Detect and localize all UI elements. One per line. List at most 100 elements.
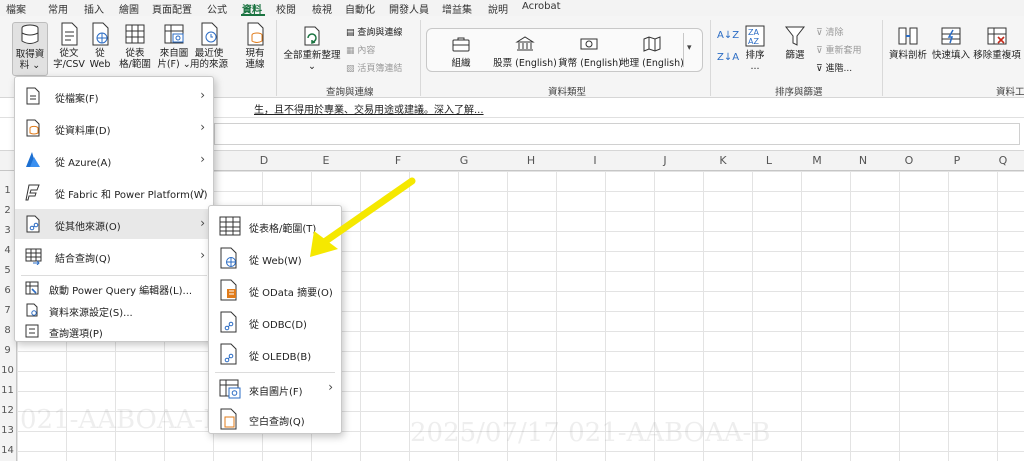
menu-item-launch-power-query[interactable]: 啟動 Power Query 編輯器(L)...: [15, 278, 213, 298]
reapply-button[interactable]: ⊽ 重新套用: [816, 43, 861, 56]
row-header[interactable]: 14: [0, 445, 15, 456]
tab-file[interactable]: 檔案: [6, 1, 26, 16]
row-header[interactable]: 8: [0, 325, 15, 336]
row-header[interactable]: 5: [0, 265, 15, 276]
filter-button[interactable]: 篩選: [780, 24, 810, 61]
chevron-right-icon: ›: [200, 88, 205, 102]
column-header[interactable]: D: [254, 154, 274, 167]
get-data-button[interactable]: 取得資 料 ⌄: [12, 22, 48, 76]
data-type-geography[interactable]: 地理 (English): [620, 36, 684, 69]
menu-separator: [21, 275, 207, 276]
tab-addins[interactable]: 增益集: [442, 1, 472, 16]
tab-view[interactable]: 檢視: [312, 1, 332, 16]
submenu-item-from-oledb[interactable]: 從 OLEDB(B): [209, 338, 341, 370]
column-header[interactable]: G: [454, 154, 474, 167]
column-header[interactable]: P: [947, 154, 967, 167]
row-header[interactable]: 3: [0, 225, 15, 236]
tab-automate[interactable]: 自動化: [345, 1, 375, 16]
tab-review[interactable]: 校閱: [276, 1, 296, 16]
from-table-range-button[interactable]: 從表 格/範圍: [116, 22, 154, 70]
menu-item-from-other-sources[interactable]: 從其他來源(O) ›: [15, 209, 213, 239]
row-header[interactable]: 10: [0, 365, 15, 376]
submenu-item-from-odata[interactable]: 從 OData 摘要(O): [209, 274, 341, 306]
tab-help[interactable]: 說明: [488, 1, 508, 16]
properties-button[interactable]: ▦ 內容: [346, 43, 375, 56]
menu-item-from-database[interactable]: 從資料庫(D) ›: [15, 113, 213, 143]
column-header[interactable]: J: [655, 154, 675, 167]
tab-formulas[interactable]: 公式: [207, 1, 227, 16]
row-header[interactable]: 13: [0, 425, 15, 436]
sort-button[interactable]: ZA AZ 排序 ...: [740, 24, 770, 72]
column-header[interactable]: O: [899, 154, 919, 167]
column-header[interactable]: M: [807, 154, 827, 167]
column-header[interactable]: K: [713, 154, 733, 167]
from-web-button[interactable]: 從 Web: [86, 22, 114, 70]
row-header[interactable]: 6: [0, 285, 15, 296]
column-header[interactable]: H: [521, 154, 541, 167]
data-type-geo-label: 地理 (English): [620, 58, 684, 69]
submenu-item-blank-query[interactable]: 空白查詢(Q): [209, 404, 341, 434]
formula-input[interactable]: [214, 123, 1020, 145]
menu-item-combine-queries[interactable]: 結合查詢(Q) ›: [15, 241, 213, 271]
row-header[interactable]: 4: [0, 245, 15, 256]
flash-fill-button[interactable]: 快速填入: [930, 24, 972, 61]
row-header[interactable]: 2: [0, 205, 15, 216]
existing-connections-button[interactable]: 現有 連線: [240, 22, 270, 70]
row-header[interactable]: 9: [0, 345, 15, 356]
tab-draw[interactable]: 繪圖: [119, 1, 139, 16]
column-header[interactable]: F: [388, 154, 408, 167]
sort-desc-icon: Z↓A: [717, 52, 740, 63]
queries-connections-button[interactable]: ▤ 查詢與連線: [346, 25, 402, 38]
properties-label: 內容: [357, 46, 376, 56]
row-header[interactable]: 12: [0, 405, 15, 416]
column-header[interactable]: I: [585, 154, 605, 167]
column-header[interactable]: N: [853, 154, 873, 167]
data-types-more-button[interactable]: ▾: [683, 33, 699, 67]
chevron-right-icon: ›: [200, 216, 205, 230]
filter-label: 篩選: [785, 50, 805, 61]
chevron-right-icon: ›: [200, 152, 205, 166]
reapply-label: 重新套用: [825, 46, 862, 56]
tab-developer[interactable]: 開發人員: [389, 1, 429, 16]
get-data-label-1: 取得資: [15, 49, 45, 60]
chevron-right-icon: ›: [328, 380, 333, 394]
column-header[interactable]: E: [316, 154, 336, 167]
row-header[interactable]: 11: [0, 385, 15, 396]
tab-acrobat[interactable]: Acrobat: [522, 1, 561, 12]
data-type-organization[interactable]: 組織: [444, 36, 478, 69]
edit-links-button[interactable]: ▧ 活頁簿連結: [346, 61, 402, 74]
info-bar-link[interactable]: 生，且不得用於專業、交易用途或建議。深入了解...: [254, 101, 484, 116]
picture-table-icon: [164, 24, 184, 44]
sort-descending-button[interactable]: Z↓A: [717, 52, 739, 63]
clear-filter-button[interactable]: ⊽ 清除: [816, 25, 843, 38]
tab-page-layout[interactable]: 頁面配置: [152, 1, 192, 16]
menu-item-from-fabric[interactable]: 從 Fabric 和 Power Platform(W) ›: [15, 177, 213, 207]
menu-item-from-file[interactable]: 從檔案(F) ›: [15, 81, 213, 111]
advanced-label: 進階...: [825, 64, 853, 74]
menu-item-data-source-settings[interactable]: 資料來源設定(S)...: [15, 300, 213, 320]
menu-item-label: 從檔案(F): [55, 94, 99, 105]
recent-sources-button[interactable]: 最近使 用的來源: [188, 22, 230, 70]
tab-home[interactable]: 常用: [48, 1, 68, 16]
submenu-item-from-picture[interactable]: 來自圖片(F) ›: [209, 374, 341, 404]
tab-insert[interactable]: 插入: [84, 1, 104, 16]
row-header[interactable]: 1: [0, 185, 15, 196]
advanced-filter-button[interactable]: ⊽ 進階...: [816, 61, 852, 74]
chevron-right-icon: ›: [200, 120, 205, 134]
submenu-item-from-odbc[interactable]: 從 ODBC(D): [209, 306, 341, 338]
svg-text:AZ: AZ: [748, 37, 759, 46]
data-type-stocks[interactable]: 股票 (English): [490, 36, 560, 69]
row-header[interactable]: 7: [0, 305, 15, 316]
text-to-columns-button[interactable]: 資料剖析: [887, 24, 929, 61]
sort-ascending-button[interactable]: A↓Z: [717, 30, 739, 41]
data-type-currency[interactable]: 貨幣 (English): [555, 36, 625, 69]
menu-item-from-azure[interactable]: 從 Azure(A) ›: [15, 145, 213, 175]
refresh-all-button[interactable]: 全部重新整理 ⌄: [281, 24, 343, 72]
remove-duplicates-button[interactable]: 移除重複項: [972, 24, 1022, 61]
group-label-queries: 查詢與連線: [326, 87, 374, 98]
menu-item-query-options[interactable]: 查詢選項(P): [15, 321, 213, 341]
column-header[interactable]: Q: [993, 154, 1013, 167]
from-text-csv-button[interactable]: 從文 字/CSV: [52, 22, 86, 70]
group-label-data-tools: 資料工: [996, 87, 1024, 98]
column-header[interactable]: L: [759, 154, 779, 167]
